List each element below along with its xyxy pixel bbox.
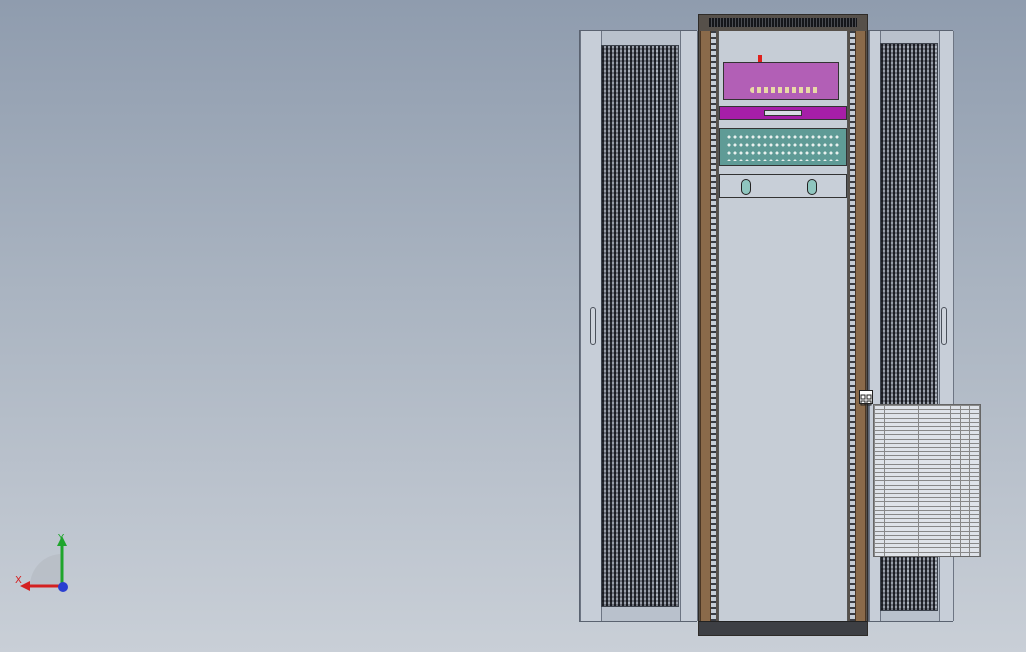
hinge-bracket [859,390,873,406]
top-vent [709,18,857,27]
bom-cell [950,555,961,556]
bom-cell [883,555,919,556]
bom-cell [959,555,971,556]
triad-x-label: X [15,575,22,586]
left-post [700,31,711,621]
left-mounting-rail [711,31,716,621]
left-door-mesh [601,45,679,607]
triad-icon [20,536,68,592]
bom-grid [874,405,980,556]
right-mounting-rail [850,31,855,621]
patch-ports [726,133,840,161]
bom-cell [969,555,980,556]
bom-table[interactable] [873,404,981,557]
bom-cell [874,555,885,556]
view-triad[interactable]: Y X [12,532,76,596]
left-door[interactable] [579,30,698,622]
pdu[interactable] [723,62,839,100]
fan-icon [807,179,817,195]
patch-panel[interactable] [719,128,847,166]
rack-base [699,621,867,635]
left-door-handle[interactable] [590,307,596,345]
fan-shelf[interactable] [719,174,847,198]
bom-cell [917,555,952,556]
fan-icon [741,179,751,195]
right-post [855,31,866,621]
pdu-outlets [750,87,820,93]
bom-row [874,555,980,556]
cable-tray[interactable] [719,106,847,120]
triad-y-label: Y [58,533,65,544]
graphics-viewport[interactable]: Y X [0,0,1026,652]
right-door-handle[interactable] [941,307,947,345]
cable-slot [764,110,802,116]
